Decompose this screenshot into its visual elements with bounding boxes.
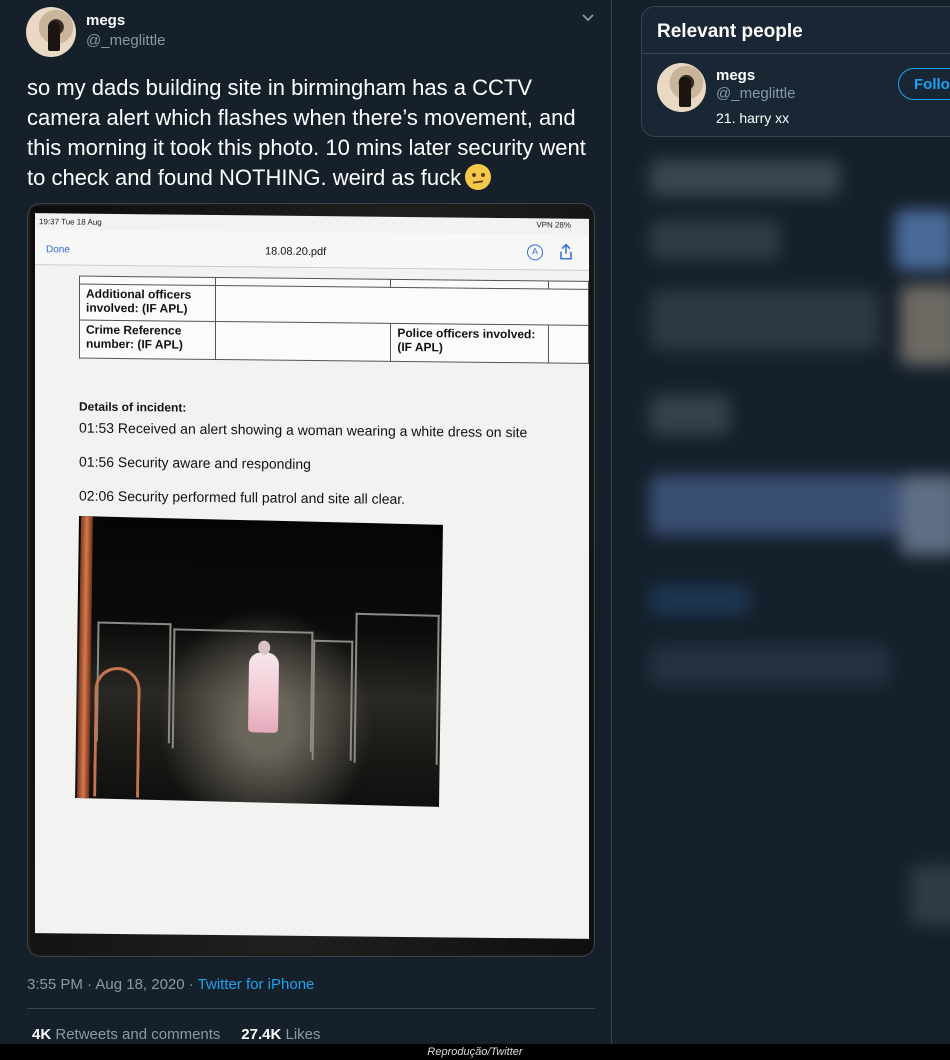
- tweet-meta: 3:55 PM · Aug 18, 2020 · Twitter for iPh…: [27, 976, 314, 993]
- pdf-done-button: Done: [46, 244, 70, 256]
- likes-count[interactable]: 27.4K: [241, 1026, 281, 1043]
- author-handle[interactable]: @_meglittle: [86, 32, 165, 49]
- confused-face-icon: [465, 164, 492, 190]
- follow-button[interactable]: Follow: [898, 68, 950, 100]
- retweets-label[interactable]: Retweets and comments: [55, 1026, 220, 1043]
- details-line: 01:56 Security aware and responding: [79, 453, 311, 472]
- relevant-people-title: Relevant people: [657, 21, 803, 42]
- fence-panel: [311, 639, 354, 761]
- likes-label[interactable]: Likes: [285, 1026, 320, 1043]
- blurred-sidebar-content: [630, 145, 950, 945]
- details-line: 01:53 Received an alert showing a woman …: [79, 419, 528, 441]
- divider: [642, 53, 950, 54]
- details-heading: Details of incident:: [79, 399, 187, 415]
- author-name[interactable]: megs: [86, 12, 125, 29]
- ipad-photo: 19:37 Tue 18 Aug VPN 28% Done 18.08.20.p…: [31, 206, 593, 954]
- form-additional-officers: Additional officers involved: (IF APL): [79, 284, 216, 322]
- divider: [27, 1008, 595, 1009]
- chevron-down-icon[interactable]: [578, 10, 598, 26]
- pdf-file-title: 18.08.20.pdf: [265, 245, 327, 259]
- cctv-still-image: [75, 516, 443, 807]
- orange-pole: [77, 516, 93, 799]
- relevant-people-card: Relevant people megs @_meglittle 21. har…: [641, 6, 950, 137]
- tweet-source-link[interactable]: Twitter for iPhone: [198, 976, 315, 993]
- tweet-stats: 4K Retweets and comments 27.4K Likes: [32, 1026, 321, 1043]
- form-police-officers: Police officers involved: (IF APL): [390, 323, 549, 363]
- photo-credit: Reprodução/Twitter: [0, 1044, 950, 1060]
- person-bio: 21. harry xx: [716, 110, 790, 126]
- tweet-column: megs @_meglittle so my dads building sit…: [0, 0, 612, 1060]
- tweet-body: so my dads building site in birmingham h…: [27, 75, 586, 190]
- person-handle[interactable]: @_meglittle: [716, 85, 795, 102]
- tweet-photo[interactable]: 19:37 Tue 18 Aug VPN 28% Done 18.08.20.p…: [27, 203, 595, 957]
- railing: [93, 666, 141, 798]
- incident-form-table: Additional officers involved: (IF APL) C…: [79, 276, 589, 364]
- ipad-status-time: 19:37 Tue 18 Aug: [39, 217, 102, 227]
- share-icon: [559, 243, 573, 260]
- details-line: 02:06 Security performed full patrol and…: [79, 487, 406, 507]
- retweets-count[interactable]: 4K: [32, 1026, 51, 1043]
- person-avatar[interactable]: [657, 63, 706, 112]
- form-crime-reference: Crime Reference number: (IF APL): [79, 320, 216, 360]
- fence-panel: [171, 628, 314, 752]
- ipad-status-battery: VPN 28%: [536, 220, 571, 230]
- pdf-nav-bar: Done 18.08.20.pdf A: [35, 229, 589, 271]
- tweet-timestamp[interactable]: 3:55 PM · Aug 18, 2020 ·: [27, 976, 198, 993]
- person-name[interactable]: megs: [716, 67, 755, 84]
- white-dress-figure: [248, 652, 280, 733]
- fence-panel: [353, 612, 440, 765]
- tweet-text: so my dads building site in birmingham h…: [27, 73, 602, 193]
- markup-icon: A: [527, 244, 543, 261]
- ipad-screen: 19:37 Tue 18 Aug VPN 28% Done 18.08.20.p…: [35, 213, 589, 939]
- author-avatar[interactable]: [26, 7, 76, 57]
